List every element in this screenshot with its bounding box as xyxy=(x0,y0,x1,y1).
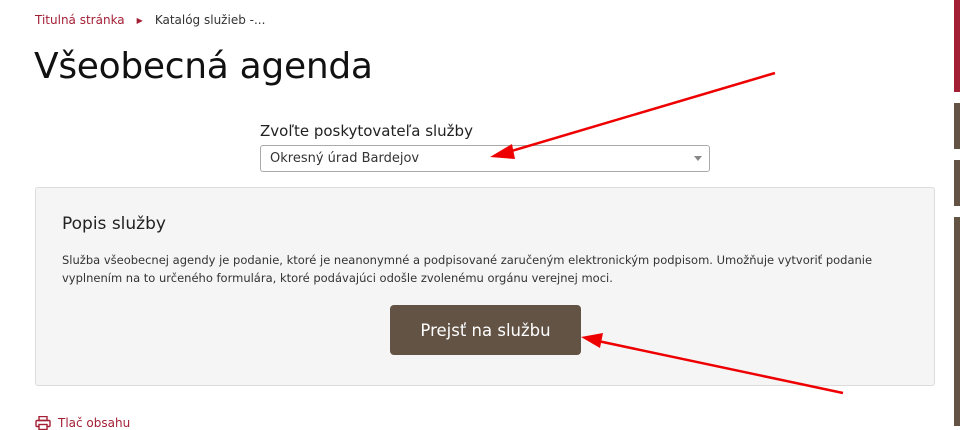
print-content-label: Tlač obsahu xyxy=(58,416,131,430)
side-tab-3[interactable] xyxy=(954,160,960,206)
provider-select-value: Okresný úrad Bardejov xyxy=(270,151,420,166)
breadcrumb-separator-icon: ▶ xyxy=(136,15,143,25)
service-description-panel: Popis služby Služba všeobecnej agendy je… xyxy=(35,187,935,386)
go-to-service-button[interactable]: Prejsť na službu xyxy=(390,305,581,355)
side-tab-1[interactable] xyxy=(954,0,960,92)
printer-icon xyxy=(35,416,51,430)
service-description-title: Popis služby xyxy=(62,214,166,234)
provider-select-label: Zvoľte poskytovateľa služby xyxy=(260,122,473,140)
side-tab-2[interactable] xyxy=(954,103,960,149)
side-tab-4[interactable] xyxy=(954,217,960,426)
page-title: Všeobecná agenda xyxy=(34,46,373,87)
breadcrumb-home-link[interactable]: Titulná stránka xyxy=(35,13,125,27)
chevron-down-icon[interactable] xyxy=(694,156,702,161)
breadcrumb-current[interactable]: Katalóg služieb -... xyxy=(155,13,266,27)
breadcrumb: Titulná stránka ▶ Katalóg služieb -... xyxy=(35,13,265,27)
service-description-text: Služba všeobecnej agendy je podanie, kto… xyxy=(62,253,873,285)
print-content-link[interactable]: Tlač obsahu xyxy=(35,416,130,430)
provider-select[interactable]: Okresný úrad Bardejov xyxy=(260,145,710,172)
